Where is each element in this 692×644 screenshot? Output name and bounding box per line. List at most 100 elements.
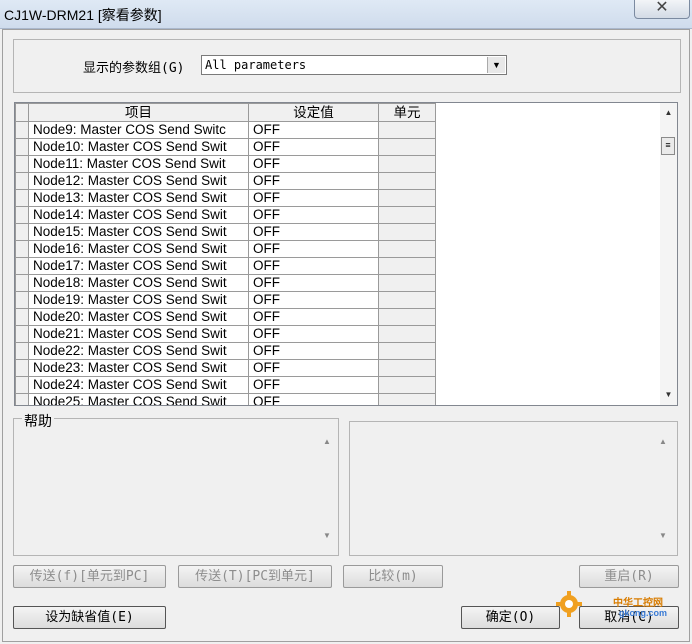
table-row[interactable]: Node12: Master COS Send Swit OFF [15,172,436,190]
transfer-to-unit-button[interactable]: 传送(T)[PC到单元] [178,565,332,588]
row-selector[interactable] [15,342,29,360]
row-setting-value[interactable]: OFF [248,138,379,156]
row-selector[interactable] [15,172,29,190]
table-row[interactable]: Node13: Master COS Send Swit OFF [15,189,436,207]
row-item-name[interactable]: Node21: Master COS Send Swit [28,325,249,343]
row-setting-value[interactable]: OFF [248,172,379,190]
table-row[interactable]: Node20: Master COS Send Swit OFF [15,308,436,326]
row-selector[interactable] [15,325,29,343]
row-item-name[interactable]: Node12: Master COS Send Swit [28,172,249,190]
row-unit[interactable] [378,308,436,326]
table-row[interactable]: Node21: Master COS Send Swit OFF [15,325,436,343]
row-unit[interactable] [378,121,436,139]
row-setting-value[interactable]: OFF [248,206,379,224]
row-unit[interactable] [378,257,436,275]
table-row[interactable]: Node10: Master COS Send Swit OFF [15,138,436,156]
row-selector[interactable] [15,138,29,156]
row-setting-value[interactable]: OFF [248,155,379,173]
row-unit[interactable] [378,189,436,207]
help-scroll-down-icon[interactable]: ▼ [320,531,334,540]
row-unit[interactable] [378,240,436,258]
row-setting-value[interactable]: OFF [248,359,379,377]
set-default-button[interactable]: 设为缺省值(E) [13,606,166,629]
row-unit[interactable] [378,393,436,405]
row-selector[interactable] [15,291,29,309]
scroll-up-icon[interactable]: ▲ [660,108,677,117]
table-row[interactable]: Node19: Master COS Send Swit OFF [15,291,436,309]
help-scroll-up-icon[interactable]: ▲ [320,437,334,446]
row-selector[interactable] [15,223,29,241]
row-unit[interactable] [378,325,436,343]
row-setting-value[interactable]: OFF [248,325,379,343]
row-item-name[interactable]: Node20: Master COS Send Swit [28,308,249,326]
row-setting-value[interactable]: OFF [248,274,379,292]
row-setting-value[interactable]: OFF [248,393,379,405]
table-row[interactable]: Node9: Master COS Send Switc OFF [15,121,436,139]
scroll-thumb[interactable]: ≡ [661,137,675,155]
row-item-name[interactable]: Node19: Master COS Send Swit [28,291,249,309]
restart-button[interactable]: 重启(R) [579,565,679,588]
row-selector[interactable] [15,308,29,326]
row-selector[interactable] [15,121,29,139]
select-all-header[interactable] [15,103,29,122]
row-selector[interactable] [15,376,29,394]
row-unit[interactable] [378,376,436,394]
ok-button[interactable]: 确定(O) [461,606,560,629]
row-selector[interactable] [15,240,29,258]
row-unit[interactable] [378,155,436,173]
grid-scrollbar[interactable]: ▲ ≡ ▼ [660,103,677,405]
table-row[interactable]: Node23: Master COS Send Swit OFF [15,359,436,377]
row-item-name[interactable]: Node11: Master COS Send Swit [28,155,249,173]
param-group-select[interactable]: All parameters ▼ [201,55,507,75]
row-selector[interactable] [15,257,29,275]
row-item-name[interactable]: Node23: Master COS Send Swit [28,359,249,377]
row-setting-value[interactable]: OFF [248,257,379,275]
row-unit[interactable] [378,223,436,241]
row-item-name[interactable]: Node16: Master COS Send Swit [28,240,249,258]
row-setting-value[interactable]: OFF [248,121,379,139]
table-row[interactable]: Node15: Master COS Send Swit OFF [15,223,436,241]
parameter-grid[interactable]: 项目 设定值 单元 Node9: Master COS Send Switc OF… [14,102,678,406]
compare-button[interactable]: 比较(m) [343,565,443,588]
row-unit[interactable] [378,206,436,224]
table-row[interactable]: Node17: Master COS Send Swit OFF [15,257,436,275]
row-setting-value[interactable]: OFF [248,342,379,360]
chevron-down-icon[interactable]: ▼ [487,57,505,73]
row-item-name[interactable]: Node10: Master COS Send Swit [28,138,249,156]
table-row[interactable]: Node24: Master COS Send Swit OFF [15,376,436,394]
transfer-to-pc-button[interactable]: 传送(f)[单元到PC] [13,565,166,588]
row-item-name[interactable]: Node18: Master COS Send Swit [28,274,249,292]
row-unit[interactable] [378,342,436,360]
row-item-name[interactable]: Node13: Master COS Send Swit [28,189,249,207]
row-setting-value[interactable]: OFF [248,223,379,241]
col-header-item[interactable]: 项目 [28,103,249,122]
col-header-value[interactable]: 设定值 [248,103,379,122]
row-setting-value[interactable]: OFF [248,376,379,394]
row-setting-value[interactable]: OFF [248,308,379,326]
row-selector[interactable] [15,206,29,224]
row-setting-value[interactable]: OFF [248,291,379,309]
row-unit[interactable] [378,359,436,377]
row-unit[interactable] [378,172,436,190]
row-item-name[interactable]: Node15: Master COS Send Swit [28,223,249,241]
row-item-name[interactable]: Node24: Master COS Send Swit [28,376,249,394]
row-item-name[interactable]: Node17: Master COS Send Swit [28,257,249,275]
close-button[interactable]: ✕ [634,0,690,19]
row-selector[interactable] [15,189,29,207]
detail-scroll-down-icon[interactable]: ▼ [656,531,670,540]
row-selector[interactable] [15,393,29,405]
row-item-name[interactable]: Node14: Master COS Send Swit [28,206,249,224]
detail-scroll-up-icon[interactable]: ▲ [656,437,670,446]
row-item-name[interactable]: Node22: Master COS Send Swit [28,342,249,360]
table-row[interactable]: Node22: Master COS Send Swit OFF [15,342,436,360]
row-selector[interactable] [15,359,29,377]
table-row[interactable]: Node18: Master COS Send Swit OFF [15,274,436,292]
table-row[interactable]: Node14: Master COS Send Swit OFF [15,206,436,224]
row-unit[interactable] [378,291,436,309]
row-item-name[interactable]: Node9: Master COS Send Switc [28,121,249,139]
row-unit[interactable] [378,274,436,292]
table-row[interactable]: Node25: Master COS Send Swit OFF [15,393,436,405]
row-item-name[interactable]: Node25: Master COS Send Swit [28,393,249,405]
table-row[interactable]: Node11: Master COS Send Swit OFF [15,155,436,173]
col-header-unit[interactable]: 单元 [378,103,436,122]
